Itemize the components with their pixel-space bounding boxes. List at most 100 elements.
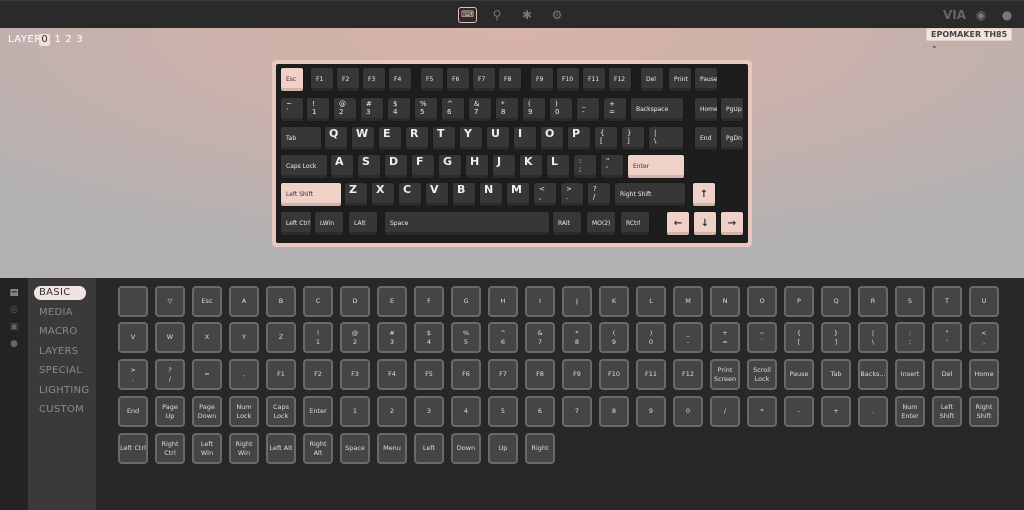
key-n[interactable]: N [479,182,503,207]
keycode-h[interactable]: H [488,286,518,317]
keycode-symbol[interactable]: : ; [895,322,925,353]
keycode-7[interactable]: & 7 [525,322,555,353]
keycode-n[interactable]: N [710,286,740,317]
key-z[interactable]: Z [344,182,368,207]
keycode-backs[interactable]: Backs... [858,359,888,390]
key-7[interactable]: & 7 [468,97,492,122]
key-4[interactable]: $4 [387,97,411,122]
keycode-m[interactable]: M [673,286,703,317]
keycode-menu[interactable]: Menu [377,433,407,464]
keycode-space[interactable]: Space [340,433,370,464]
key-f11[interactable]: F11 [582,67,606,92]
key-1[interactable]: ! 1 [306,97,330,122]
keycode-print-screen[interactable]: Print Screen [710,359,740,390]
keycode-1[interactable]: 1 [340,396,370,427]
keycode-o[interactable]: O [747,286,777,317]
key-left-ctrl[interactable]: Left Ctrl [280,211,312,236]
keycode-scroll-lock[interactable]: Scroll Lock [747,359,777,390]
key-v[interactable]: V [425,182,449,207]
keycode-symbol[interactable]: _ - [673,322,703,353]
keycode-x[interactable]: X [192,322,222,353]
keycode-symbol[interactable]: ▽ [155,286,185,317]
keycode-f7[interactable]: F7 [488,359,518,390]
key-f5[interactable]: F5 [420,67,444,92]
key-f[interactable]: F [411,154,435,179]
key-x[interactable]: X [371,182,395,207]
key-q[interactable]: Q [324,126,348,151]
keycode-left[interactable]: Left [414,433,444,464]
macro-icon[interactable]: ◎ [9,305,19,315]
key-s[interactable]: S [357,154,381,179]
keycode-9[interactable]: ( 9 [599,322,629,353]
keycode-enter[interactable]: Enter [303,396,333,427]
key-tab[interactable]: Tab [280,126,322,151]
key-f6[interactable]: F6 [446,67,470,92]
keycode-f2[interactable]: F2 [303,359,333,390]
discord-icon[interactable]: ◉ [972,7,990,23]
keycode-5[interactable]: 5 [488,396,518,427]
key-symbol[interactable]: ? / [587,182,611,207]
keycode-f10[interactable]: F10 [599,359,629,390]
keycode-8[interactable]: * 8 [562,322,592,353]
keycode-symbol[interactable]: " ' [932,322,962,353]
key-t[interactable]: T [432,126,456,151]
keycode-c[interactable]: C [303,286,333,317]
keycode-i[interactable]: I [525,286,555,317]
keycode-right-shift[interactable]: Right Shift [969,396,999,427]
device-selector[interactable]: EPOMAKER TH85 ⌄ [926,28,1012,50]
keycode-symbol[interactable]: ~ ` [747,322,777,353]
keyboard-icon[interactable]: ⌨ [458,7,477,23]
keycode-0[interactable]: 0 [673,396,703,427]
key-caps-lock[interactable]: Caps Lock [280,154,328,179]
keycode-l[interactable]: L [636,286,666,317]
keycode-f11[interactable]: F11 [636,359,666,390]
layer-1-button[interactable]: 1 [52,34,63,46]
category-custom[interactable]: CUSTOM [34,403,86,417]
key-2[interactable]: @2 [333,97,357,122]
key-end[interactable]: End [694,126,718,151]
keycode-0[interactable]: ) 0 [636,322,666,353]
key-f4[interactable]: F4 [388,67,412,92]
keycode-w[interactable]: W [155,322,185,353]
key-lalt[interactable]: LAlt [348,211,378,236]
key-symbol[interactable]: " ' [600,154,624,179]
keycode-j[interactable]: J [562,286,592,317]
key-d[interactable]: D [384,154,408,179]
key-symbol[interactable]: → [720,211,744,236]
keycode-right[interactable]: Right [525,433,555,464]
keycode-num-enter[interactable]: Num Enter [895,396,925,427]
key-3[interactable]: #3 [360,97,384,122]
key-5[interactable]: % 5 [414,97,438,122]
keycode-symbol[interactable]: ? / [155,359,185,390]
layer-0-button[interactable]: 0 [39,34,50,46]
category-macro[interactable]: MACRO [34,325,86,339]
bug-icon[interactable]: ✱ [518,7,536,23]
key-l[interactable]: L [546,154,570,179]
keycode-u[interactable]: U [969,286,999,317]
keycode-f9[interactable]: F9 [562,359,592,390]
key-9[interactable]: (9 [522,97,546,122]
keycode-f4[interactable]: F4 [377,359,407,390]
via-logo[interactable]: VIA [943,8,966,22]
key-a[interactable]: A [330,154,354,179]
keycode-y[interactable]: Y [229,322,259,353]
keycode-home[interactable]: Home [969,359,999,390]
keycode-z[interactable]: Z [266,322,296,353]
keyboard-config-icon[interactable]: ▤ [9,288,19,298]
keycode-symbol[interactable]: - [784,396,814,427]
keycode-down[interactable]: Down [451,433,481,464]
key-pgup[interactable]: PgUp [720,97,744,122]
key-pause[interactable]: Pause [694,67,718,92]
keycode-symbol[interactable]: { [ [784,322,814,353]
key-p[interactable]: P [567,126,591,151]
key-del[interactable]: Del [640,67,664,92]
key-f12[interactable]: F12 [608,67,632,92]
key-b[interactable]: B [452,182,476,207]
keycode-left-alt[interactable]: Left Alt [266,433,296,464]
keycode-6[interactable]: 6 [525,396,555,427]
keycode-b[interactable]: B [266,286,296,317]
keycode-end[interactable]: End [118,396,148,427]
keycode-insert[interactable]: Insert [895,359,925,390]
key-print[interactable]: Print [668,67,692,92]
key-backspace[interactable]: Backspace [630,97,684,122]
